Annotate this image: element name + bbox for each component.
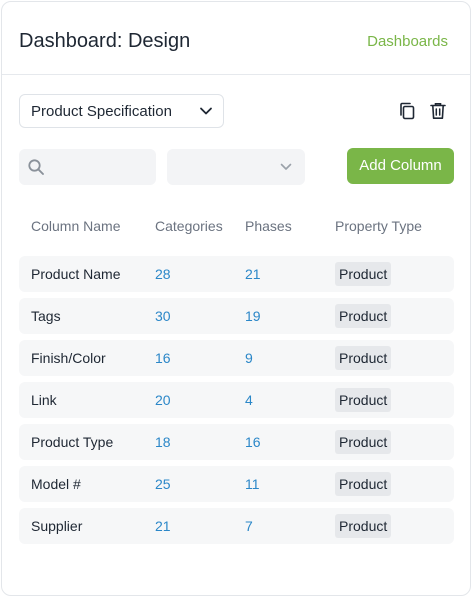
search-input[interactable] [51, 155, 149, 179]
filter-select[interactable] [167, 149, 305, 185]
search-icon [27, 158, 45, 181]
page-title: Dashboard: Design [19, 30, 191, 52]
row-phases-count[interactable]: 9 [245, 350, 253, 366]
table-row[interactable]: Link 20 4 Product [19, 382, 454, 418]
table-row[interactable]: Finish/Color 16 9 Product [19, 340, 454, 376]
row-categories-count[interactable]: 30 [155, 308, 171, 324]
column-header-phases: Phases [245, 218, 292, 234]
row-categories-count[interactable]: 21 [155, 518, 171, 534]
property-type-badge: Product [335, 262, 392, 286]
property-type-badge: Product [335, 304, 392, 328]
property-type-badge: Product [335, 388, 392, 412]
column-header-categories: Categories [155, 218, 223, 234]
specification-select[interactable]: Product Specification [19, 94, 224, 128]
row-column-name: Product Name [31, 266, 121, 282]
dashboard-card: Dashboard: Design Dashboards Product Spe… [1, 1, 471, 596]
table-header: Column Name Categories Phases Property T… [2, 218, 470, 236]
row-phases-count[interactable]: 16 [245, 434, 261, 450]
row-column-name: Tags [31, 308, 61, 324]
trash-icon[interactable] [430, 102, 446, 125]
row-column-name: Supplier [31, 518, 83, 534]
search-box[interactable] [19, 149, 156, 185]
table-row[interactable]: Product Type 18 16 Product [19, 424, 454, 460]
specification-select-value: Product Specification [31, 103, 172, 120]
property-type-badge: Product [335, 514, 392, 538]
row-phases-count[interactable]: 7 [245, 518, 253, 534]
row-categories-count[interactable]: 18 [155, 434, 171, 450]
column-header-property-type: Property Type [335, 218, 422, 234]
table-row[interactable]: Supplier 21 7 Product [19, 508, 454, 544]
row-phases-count[interactable]: 19 [245, 308, 261, 324]
table-row[interactable]: Product Name 28 21 Product [19, 256, 454, 292]
row-categories-count[interactable]: 28 [155, 266, 171, 282]
row-phases-count[interactable]: 4 [245, 392, 253, 408]
row-column-name: Link [31, 392, 57, 408]
row-column-name: Product Type [31, 434, 114, 450]
row-phases-count[interactable]: 21 [245, 266, 261, 282]
table-row[interactable]: Model # 25 11 Product [19, 466, 454, 502]
add-column-button[interactable]: Add Column [347, 148, 454, 184]
property-type-badge: Product [335, 472, 392, 496]
property-type-badge: Product [335, 346, 392, 370]
column-header-name: Column Name [31, 218, 121, 234]
row-column-name: Finish/Color [31, 350, 106, 366]
row-phases-count[interactable]: 11 [245, 476, 260, 492]
row-categories-count[interactable]: 20 [155, 392, 171, 408]
copy-icon[interactable] [399, 102, 415, 125]
card-header: Dashboard: Design Dashboards [2, 2, 470, 75]
chevron-down-icon [199, 104, 213, 123]
row-column-name: Model # [31, 476, 81, 492]
property-type-badge: Product [335, 430, 392, 454]
chevron-down-icon [279, 160, 293, 179]
dashboards-link[interactable]: Dashboards [367, 33, 448, 50]
row-categories-count[interactable]: 25 [155, 476, 171, 492]
table-row[interactable]: Tags 30 19 Product [19, 298, 454, 334]
row-categories-count[interactable]: 16 [155, 350, 171, 366]
